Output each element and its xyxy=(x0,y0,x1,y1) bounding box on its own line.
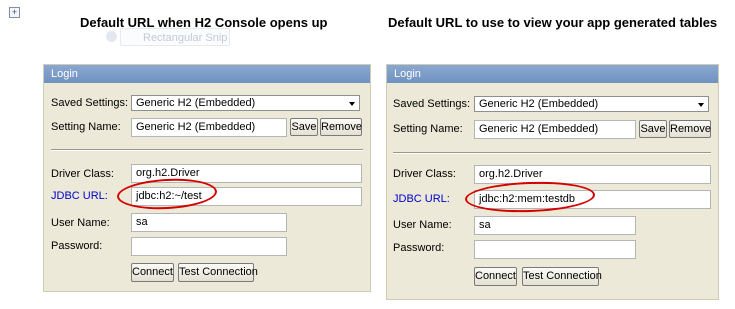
left-heading: Default URL when H2 Console opens up xyxy=(80,15,328,30)
password-input[interactable] xyxy=(474,240,636,259)
panel-header: Login xyxy=(44,65,370,83)
setting-name-input[interactable]: Generic H2 (Embedded) xyxy=(474,120,636,139)
user-name-input[interactable]: sa xyxy=(474,216,636,235)
saved-settings-value: Generic H2 (Embedded) xyxy=(136,97,256,109)
password-label: Password: xyxy=(51,240,103,252)
driver-class-label: Driver Class: xyxy=(51,168,114,180)
save-button[interactable]: Save xyxy=(290,118,318,136)
snip-tooltip: Rectangular Snip xyxy=(120,28,230,46)
chevron-down-icon xyxy=(698,103,704,107)
setting-name-input[interactable]: Generic H2 (Embedded) xyxy=(131,118,287,137)
saved-settings-select[interactable]: Generic H2 (Embedded) xyxy=(131,95,360,111)
user-name-input[interactable]: sa xyxy=(131,213,287,232)
snip-icon xyxy=(106,31,117,42)
driver-class-label: Driver Class: xyxy=(393,168,456,180)
user-name-label: User Name: xyxy=(51,217,110,229)
remove-button[interactable]: Remove xyxy=(320,118,362,136)
setting-name-label: Setting Name: xyxy=(51,121,121,133)
connect-button[interactable]: Connect xyxy=(131,263,174,282)
jdbc-url-label: JDBC URL: xyxy=(393,193,450,205)
connect-button[interactable]: Connect xyxy=(474,267,517,286)
jdbc-url-label: JDBC URL: xyxy=(51,190,108,202)
saved-settings-value: Generic H2 (Embedded) xyxy=(479,98,599,110)
save-button[interactable]: Save xyxy=(639,120,667,138)
remove-button[interactable]: Remove xyxy=(669,120,711,138)
right-heading: Default URL to use to view your app gene… xyxy=(388,15,718,30)
password-input[interactable] xyxy=(131,237,287,256)
login-panel-right: Login Saved Settings: Generic H2 (Embedd… xyxy=(386,64,719,300)
login-panel-left: Login Saved Settings: Generic H2 (Embedd… xyxy=(43,64,371,292)
panel-header: Login xyxy=(387,65,718,83)
setting-name-label: Setting Name: xyxy=(393,123,463,135)
move-handle-icon[interactable]: + xyxy=(9,7,20,18)
saved-settings-label: Saved Settings: xyxy=(51,97,129,109)
test-connection-button[interactable]: Test Connection xyxy=(522,267,602,286)
user-name-label: User Name: xyxy=(393,219,452,231)
saved-settings-label: Saved Settings: xyxy=(393,98,471,110)
password-label: Password: xyxy=(393,242,445,254)
chevron-down-icon xyxy=(349,102,355,106)
divider xyxy=(51,149,363,151)
driver-class-input[interactable]: org.h2.Driver xyxy=(474,165,711,184)
test-connection-button[interactable]: Test Connection xyxy=(178,263,258,282)
saved-settings-select[interactable]: Generic H2 (Embedded) xyxy=(474,96,709,112)
divider xyxy=(393,152,711,154)
highlight-circle xyxy=(464,179,596,215)
